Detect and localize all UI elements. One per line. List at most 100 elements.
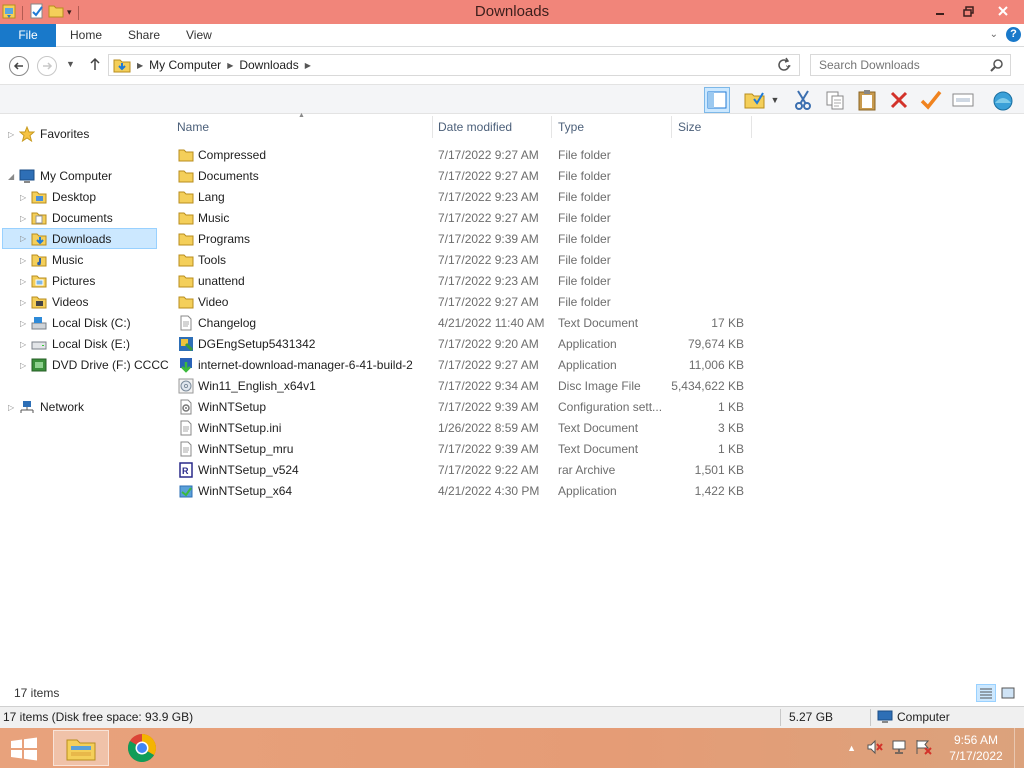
- file-row[interactable]: Compressed 7/17/2022 9:27 AM File folder: [176, 145, 756, 166]
- breadcrumb-chevron-icon[interactable]: ▶: [227, 61, 233, 70]
- expand-arrow-icon[interactable]: ▷: [20, 234, 30, 243]
- file-row[interactable]: WinNTSetup_mru 7/17/2022 9:39 AM Text Do…: [176, 439, 756, 460]
- tree-item-videos[interactable]: ▷ Videos: [20, 292, 88, 312]
- refresh-button[interactable]: [776, 57, 792, 76]
- breadcrumb-chevron-icon[interactable]: ▶: [305, 61, 311, 70]
- file-row[interactable]: internet-download-manager-6-41-build-2 7…: [176, 355, 756, 376]
- column-divider[interactable]: [551, 116, 552, 138]
- up-button[interactable]: [88, 56, 102, 75]
- tree-item-label: Downloads: [52, 231, 112, 246]
- taskbar-file-explorer[interactable]: [53, 730, 109, 766]
- expand-ribbon-icon[interactable]: ⌄: [990, 29, 998, 40]
- cut-button[interactable]: [790, 87, 816, 113]
- maximize-button[interactable]: [954, 0, 982, 22]
- expand-arrow-icon[interactable]: ▷: [20, 277, 30, 286]
- expand-arrow-icon[interactable]: ▷: [8, 130, 18, 139]
- tree-item-network[interactable]: ▷ Network: [8, 397, 84, 417]
- search-icon[interactable]: [990, 58, 1004, 75]
- globe-button[interactable]: [990, 87, 1016, 113]
- column-type[interactable]: Type: [558, 120, 584, 134]
- forward-button[interactable]: [37, 56, 57, 76]
- file-row[interactable]: Lang 7/17/2022 9:23 AM File folder: [176, 187, 756, 208]
- start-button[interactable]: [10, 737, 38, 761]
- file-row[interactable]: Music 7/17/2022 9:27 AM File folder: [176, 208, 756, 229]
- address-bar[interactable]: ▶ My Computer ▶ Downloads ▶ ⌄: [108, 54, 800, 76]
- expand-arrow-icon[interactable]: ▷: [20, 319, 30, 328]
- file-row[interactable]: Documents 7/17/2022 9:27 AM File folder: [176, 166, 756, 187]
- network-icon: [18, 399, 36, 415]
- column-name[interactable]: Name: [177, 120, 209, 134]
- taskbar-chrome[interactable]: [114, 730, 170, 766]
- details-view-button[interactable]: [976, 684, 996, 702]
- tree-item-local-disk-e[interactable]: ▷ Local Disk (E:): [20, 334, 130, 354]
- collapse-arrow-icon[interactable]: ◢: [8, 172, 18, 181]
- close-button[interactable]: [982, 0, 1024, 22]
- tree-item-local-disk-c[interactable]: ▷ Local Disk (C:): [20, 313, 131, 333]
- breadcrumb-my-computer[interactable]: My Computer: [149, 58, 221, 72]
- file-row[interactable]: DGEngSetup5431342 7/17/2022 9:20 AM Appl…: [176, 334, 756, 355]
- tab-view[interactable]: View: [186, 24, 212, 47]
- file-row[interactable]: R WinNTSetup_v524 7/17/2022 9:22 AM rar …: [176, 460, 756, 481]
- back-button[interactable]: [9, 56, 29, 76]
- tree-item-downloads[interactable]: ▷ Downloads: [2, 228, 157, 249]
- column-divider[interactable]: [432, 116, 433, 138]
- expand-arrow-icon[interactable]: ▷: [20, 298, 30, 307]
- tree-item-pictures[interactable]: ▷ Pictures: [20, 271, 95, 291]
- expand-arrow-icon[interactable]: ▷: [20, 340, 30, 349]
- file-row[interactable]: Programs 7/17/2022 9:39 AM File folder: [176, 229, 756, 250]
- properties-button[interactable]: [918, 87, 944, 113]
- delete-button[interactable]: [886, 87, 912, 113]
- tree-item-my-computer[interactable]: ◢ My Computer: [8, 166, 112, 186]
- breadcrumb-downloads[interactable]: Downloads: [239, 58, 298, 72]
- column-size[interactable]: Size: [678, 120, 701, 134]
- file-row[interactable]: Video 7/17/2022 9:27 AM File folder: [176, 292, 756, 313]
- file-row[interactable]: Changelog 4/21/2022 11:40 AM Text Docume…: [176, 313, 756, 334]
- recent-locations-icon[interactable]: ▼: [66, 59, 75, 69]
- network-status-icon[interactable]: [890, 739, 908, 758]
- column-date-modified[interactable]: Date modified: [438, 120, 512, 134]
- file-row[interactable]: WinNTSetup.ini 1/26/2022 8:59 AM Text Do…: [176, 418, 756, 439]
- file-row[interactable]: Win11_English_x64v1 7/17/2022 9:34 AM Di…: [176, 376, 756, 397]
- tree-item-favorites[interactable]: ▷ Favorites: [8, 124, 89, 144]
- large-icons-view-button[interactable]: [998, 684, 1018, 702]
- file-date: 4/21/2022 4:30 PM: [438, 484, 540, 498]
- search-input[interactable]: [811, 55, 981, 75]
- select-folder-button[interactable]: [742, 87, 768, 113]
- breadcrumb-chevron-icon[interactable]: ▶: [137, 61, 143, 70]
- action-center-alert-icon[interactable]: [914, 739, 932, 758]
- tree-item-dvd-drive[interactable]: ▷ DVD Drive (F:) CCCC: [20, 355, 169, 375]
- tab-file[interactable]: File: [0, 24, 56, 47]
- folder-check-icon: [744, 92, 765, 109]
- file-type: Disc Image File: [558, 379, 641, 393]
- file-size: 1,422 KB: [694, 484, 744, 498]
- expand-arrow-icon[interactable]: ▷: [20, 193, 30, 202]
- file-row[interactable]: unattend 7/17/2022 9:23 AM File folder: [176, 271, 756, 292]
- tab-home[interactable]: Home: [70, 24, 102, 47]
- column-divider[interactable]: [671, 116, 672, 138]
- column-divider[interactable]: [751, 116, 752, 138]
- volume-muted-icon[interactable]: [866, 739, 884, 758]
- expand-arrow-icon[interactable]: ▷: [8, 403, 18, 412]
- paste-button[interactable]: [854, 87, 880, 113]
- show-hidden-icons-icon[interactable]: ▲: [847, 743, 856, 753]
- minimize-button[interactable]: [926, 0, 954, 22]
- show-desktop-button[interactable]: [1014, 728, 1024, 768]
- preview-pane-button[interactable]: [704, 87, 730, 113]
- expand-arrow-icon[interactable]: ▷: [20, 361, 30, 370]
- tree-item-desktop[interactable]: ▷ Desktop: [20, 187, 96, 207]
- select-dropdown-icon[interactable]: ▼: [768, 87, 782, 113]
- tab-share[interactable]: Share: [128, 24, 160, 47]
- file-type: Application: [558, 484, 617, 498]
- expand-arrow-icon[interactable]: ▷: [20, 256, 30, 265]
- downloads-folder-icon: [30, 231, 48, 247]
- file-row[interactable]: WinNTSetup_x64 4/21/2022 4:30 PM Applica…: [176, 481, 756, 502]
- tree-item-documents[interactable]: ▷ Documents: [20, 208, 113, 228]
- clock[interactable]: 9:56 AM 7/17/2022: [938, 732, 1014, 764]
- file-row[interactable]: WinNTSetup 7/17/2022 9:39 AM Configurati…: [176, 397, 756, 418]
- copy-button[interactable]: [822, 87, 848, 113]
- rename-button[interactable]: [950, 87, 976, 113]
- file-row[interactable]: Tools 7/17/2022 9:23 AM File folder: [176, 250, 756, 271]
- expand-arrow-icon[interactable]: ▷: [20, 214, 30, 223]
- help-icon[interactable]: ?: [1006, 27, 1021, 42]
- tree-item-music[interactable]: ▷ Music: [20, 250, 83, 270]
